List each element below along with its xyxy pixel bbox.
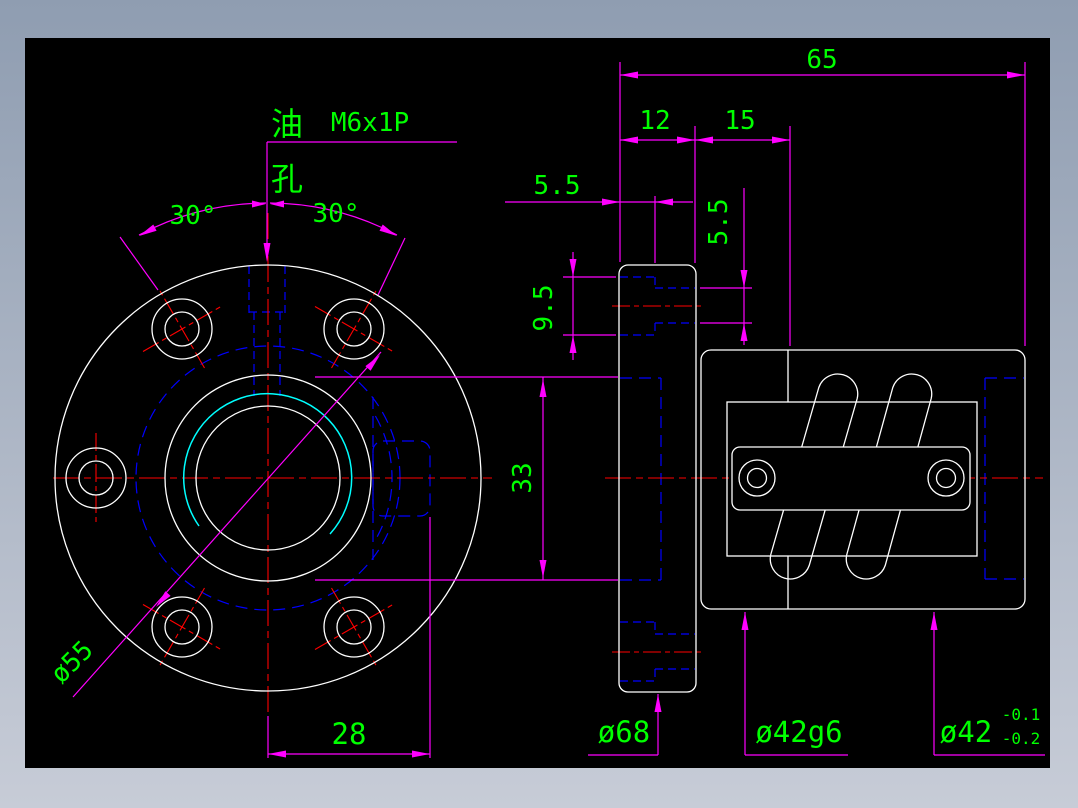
neck-length-text: 15 (724, 106, 755, 136)
overall-length-text: 65 (806, 45, 837, 75)
thread-callout-text: M6x1P (331, 108, 409, 138)
oil-label-bottom: 孔 (271, 160, 303, 198)
tube-clamp-plate (732, 447, 970, 510)
angle-left-text: 30° (170, 201, 217, 231)
flange-dia-text: ø68 (598, 715, 650, 749)
flange-thickness-text: 12 (639, 106, 670, 136)
angle-right-text: 30° (313, 199, 360, 229)
cad-window: 油 孔 M6x1P 30° 30° ø55 33 28 65 12 15 5.5… (0, 0, 1078, 808)
flat-offset-text: 28 (332, 717, 367, 751)
pilot-dia-text: 33 (508, 462, 538, 493)
journal-dia-text: ø42g6 (755, 715, 842, 749)
cbore-dia-text: 9.5 (529, 285, 559, 332)
oil-label-top: 油 (271, 105, 303, 143)
bolt-hole-dia-text: 5.5 (704, 199, 734, 246)
body-tol-lower-text: -0.2 (1002, 729, 1041, 748)
body-dia-text: ø42 (940, 715, 992, 749)
cad-drawing: 油 孔 M6x1P 30° 30° ø55 33 28 65 12 15 5.5… (0, 0, 1078, 808)
body-tol-upper-text: -0.1 (1002, 705, 1041, 724)
cbore-depth-text: 5.5 (534, 171, 581, 201)
drawing-viewport[interactable] (25, 38, 1050, 768)
